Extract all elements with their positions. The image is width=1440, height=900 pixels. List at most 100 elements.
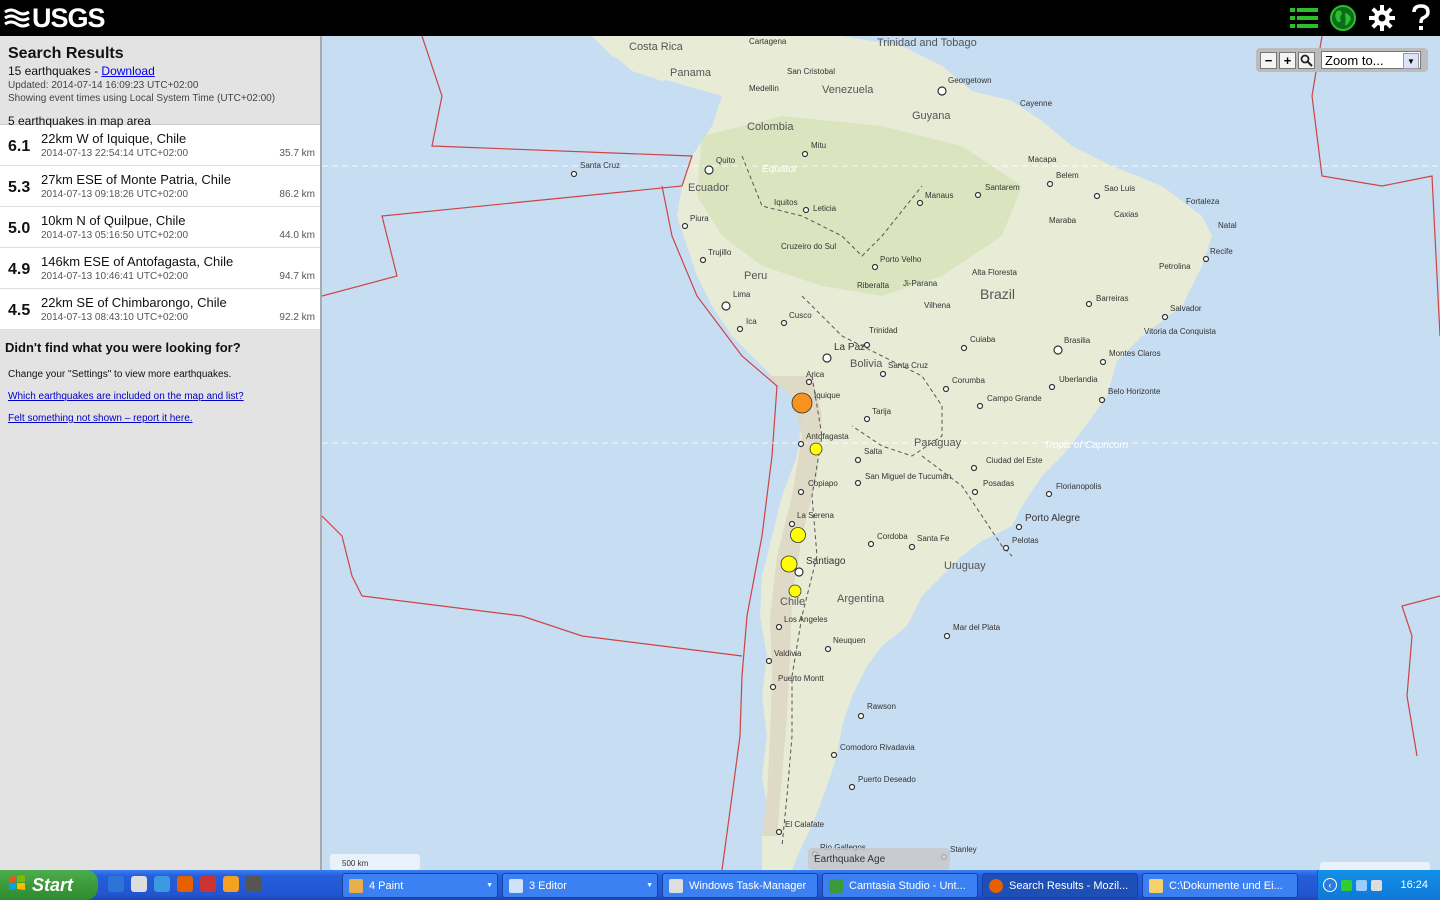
internet-explorer-icon[interactable] [154,876,170,892]
city-dot [736,325,744,333]
folder-red-icon[interactable] [200,876,216,892]
city-label: Los Angeles [784,615,828,624]
tray-app-icon[interactable] [1341,879,1352,891]
firefox-icon[interactable] [177,876,193,892]
phone-icon[interactable] [246,876,262,892]
city-dot [830,751,838,759]
magnitude: 4.9 [8,261,31,278]
city-dot [1202,255,1210,263]
network-icon[interactable] [1356,879,1367,891]
taskbar-button-task-manager[interactable]: Windows Task-Manager [662,873,818,898]
country-label: Venezuela [822,84,874,96]
city-label: Salvador [1170,304,1202,313]
location: 22km W of Iquique, Chile [41,131,187,146]
capital-dot [721,301,731,311]
taskbar-button-editor[interactable]: 3 Editor ▼ [502,873,658,898]
page-title: Search Results [8,45,124,62]
earthquake-age-legend[interactable]: Earthquake Age [808,848,950,870]
city-label: San Cristobal [787,67,835,76]
list-item[interactable]: 5.0 10km N of Quilpue, Chile 2014-07-13 … [0,207,320,248]
taskbar-button-explorer[interactable]: C:\Dokumente und Ei... [1142,873,1298,898]
event-time: 2014-07-13 10:46:41 UTC+02:00 [41,271,189,282]
earthquake-marker[interactable] [790,527,806,543]
country-label: Argentina [837,593,885,605]
location: 22km SE of Chimbarongo, Chile [41,295,227,310]
earthquake-marker[interactable] [791,392,813,414]
city-label: Neuquen [833,636,865,645]
country-label: Uruguay [944,560,986,572]
zoom-to-select[interactable]: Zoom to... ▼ [1321,51,1421,69]
city-label: Vilhena [924,301,951,310]
help-question-icon[interactable] [1401,0,1440,36]
capital-dot [704,165,714,175]
volume-icon[interactable] [1371,879,1382,891]
chevron-left-icon[interactable]: ‹ [1323,878,1337,892]
results-sidebar: Search Results 15 earthquakes - Download… [0,36,322,870]
city-label: Pelotas [1012,536,1039,545]
desktop-icon[interactable] [108,876,124,892]
city-label: Uberlandia [1059,375,1098,384]
depth: 35.7 km [279,148,315,159]
city-dot [879,370,887,378]
city-label: Lima [733,290,751,299]
city-label: Porto Velho [880,255,922,264]
firefox-icon [989,878,1003,893]
list-item[interactable]: 6.1 22km W of Iquique, Chile 2014-07-13 … [0,125,320,166]
map-canvas[interactable]: Equator Tropic of Capricorn Costa Rica P… [322,36,1440,870]
messenger-icon[interactable] [223,876,239,892]
earthquake-marker[interactable] [780,555,798,573]
header-bar: USGS [0,0,1440,36]
city-label: Petrolina [1159,262,1191,271]
city-label: Ciudad del Este [986,456,1043,465]
clock[interactable]: 16:24 [1400,879,1428,891]
equator-label: Equator [762,164,798,175]
start-button[interactable]: Start [0,870,98,900]
city-dot [854,456,862,464]
settings-gear-icon[interactable] [1362,0,1401,36]
taskbar-button-paint[interactable]: 4 Paint ▼ [342,873,498,898]
notepad-icon [509,878,523,893]
city-dot [1085,300,1093,308]
search-icon[interactable] [1298,51,1315,69]
included-earthquakes-link[interactable]: Which earthquakes are included on the ma… [8,391,244,402]
download-link[interactable]: Download [101,64,154,78]
dropdown-arrow-icon: ▼ [646,882,653,889]
city-dot [765,657,773,665]
taskbar-button-label: Camtasia Studio - Unt... [849,879,966,892]
media-player-icon[interactable] [131,876,147,892]
city-label: Brasilia [1064,336,1091,345]
list-icon[interactable] [1284,0,1323,36]
city-dot [1099,358,1107,366]
city-label: Medellin [749,84,779,93]
report-felt-link[interactable]: Felt something not shown – report it her… [8,413,193,424]
count-text: 15 earthquakes - [8,64,102,78]
city-label: Copiapo [808,479,838,488]
magnitude: 5.0 [8,220,31,237]
location: 10km N of Quilpue, Chile [41,213,186,228]
taskbar-button-camtasia[interactable]: Camtasia Studio - Unt... [822,873,978,898]
globe-icon[interactable] [1323,0,1362,36]
list-item[interactable]: 4.9 146km ESE of Antofagasta, Chile 2014… [0,248,320,289]
usgs-wave-icon [4,8,30,28]
zoom-out-button[interactable]: − [1260,51,1277,69]
city-label: Montes Claros [1109,349,1161,358]
taskbar-button-label: Windows Task-Manager [689,879,807,892]
city-label: Georgetown [948,76,992,85]
settings-hint: Change your "Settings" to view more eart… [8,369,232,380]
country-label: Chile [780,596,805,608]
country-label: Peru [744,270,767,282]
city-label: Antofagasta [806,432,849,441]
map-view[interactable]: Equator Tropic of Capricorn Costa Rica P… [322,36,1440,870]
windows-taskbar: Start 4 Paint ▼ 3 Editor ▼ Windows Task-… [0,870,1440,900]
zoom-in-button[interactable]: + [1279,51,1296,69]
usgs-logo[interactable]: USGS [4,3,106,33]
help-section: Didn't find what you were looking for? C… [0,330,320,445]
taskbar-button-firefox[interactable]: Search Results - Mozil... [982,873,1138,898]
tropic-label: Tropic of Capricorn [1044,440,1129,451]
city-label: Cuiaba [970,335,996,344]
list-item[interactable]: 5.3 27km ESE of Monte Patria, Chile 2014… [0,166,320,207]
list-item[interactable]: 4.5 22km SE of Chimbarongo, Chile 2014-0… [0,289,320,330]
earthquake-marker[interactable] [809,442,823,456]
country-label: Ecuador [688,182,729,194]
city-label: San Miguel de Tucuman [865,472,951,481]
